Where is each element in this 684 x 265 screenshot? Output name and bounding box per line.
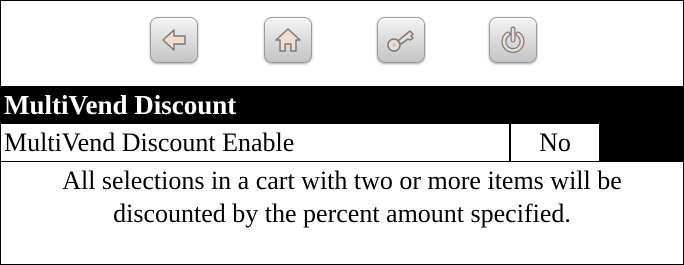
setting-value-field[interactable]: No — [511, 124, 600, 161]
toolbar — [1, 1, 683, 86]
setting-row-multivend-discount-enable: MultiVend Discount Enable No — [1, 124, 683, 161]
screen-frame: MultiVend Discount MultiVend Discount En… — [0, 0, 684, 265]
section-title: MultiVend Discount — [1, 86, 683, 124]
key-button[interactable] — [377, 17, 425, 63]
back-button[interactable] — [150, 17, 198, 63]
back-arrow-icon — [162, 29, 186, 51]
power-button[interactable] — [489, 17, 537, 63]
setting-description: All selections in a cart with two or mor… — [1, 161, 683, 264]
setting-label: MultiVend Discount Enable — [1, 124, 510, 161]
home-icon — [275, 28, 301, 52]
key-icon — [387, 30, 414, 52]
home-button[interactable] — [264, 17, 312, 63]
power-icon — [501, 26, 525, 53]
